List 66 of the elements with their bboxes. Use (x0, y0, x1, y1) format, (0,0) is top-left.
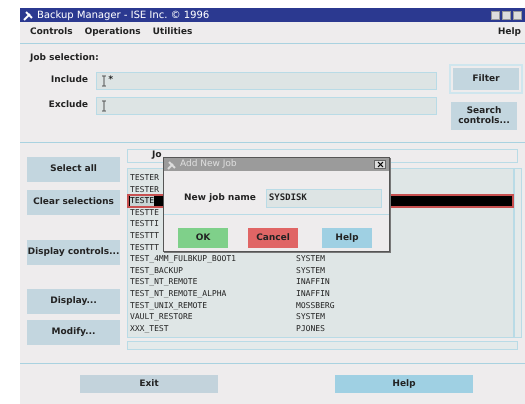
close-button[interactable] (513, 10, 522, 20)
field-label: Include (50, 74, 88, 88)
list-row[interactable]: TEST_4MM_FULBKUP_BOOT1 SYSTEM (128, 253, 513, 265)
action-button[interactable]: Display controls... (27, 240, 120, 265)
job-owner: SYSTEM (296, 311, 325, 323)
menu-item[interactable]: Utilities (152, 26, 192, 40)
ok-button[interactable]: OK (178, 228, 228, 248)
job-owner: INAFFIN (296, 276, 330, 288)
job-owner: PJONES (296, 322, 325, 334)
vertical-scrollbar[interactable] (514, 168, 522, 338)
action-button[interactable]: Clear selections (27, 190, 120, 215)
text-cursor-icon (101, 100, 107, 112)
field-label: New job name (184, 192, 256, 205)
menu-item[interactable]: Help (498, 26, 521, 40)
help-button[interactable]: Help (322, 228, 372, 248)
list-row[interactable]: TEST_NT_REMOTE INAFFIN (128, 276, 513, 288)
cancel-button[interactable]: Cancel (248, 228, 298, 248)
job-name: TESTTT (130, 242, 159, 254)
input-field[interactable]: * (96, 72, 437, 90)
job-owner: SYSTEM (296, 264, 325, 276)
job-name: TESTTE (130, 206, 159, 218)
job-name: TEST_UNIX_REMOTE (130, 300, 208, 312)
action-button[interactable]: Select all (27, 157, 120, 182)
job-name: TESTE (130, 195, 154, 207)
menu-item[interactable]: Controls (30, 26, 73, 40)
tools-icon (167, 160, 176, 170)
field-label: Exclude (48, 99, 88, 112)
job-name: TEST_BACKUP (130, 264, 184, 276)
action-button[interactable]: Display... (27, 289, 120, 314)
dialog-title: Add New Job (180, 158, 238, 171)
close-button[interactable] (374, 160, 386, 169)
list-row[interactable]: TEST_NT_REMOTE_ALPHA INAFFIN (128, 288, 513, 300)
job-name: TEST_4MM_FULBKUP_BOOT1 (130, 253, 237, 265)
job-name: XXX_TEST (130, 322, 170, 334)
job-owner: SYSTEM (296, 253, 325, 265)
list-row[interactable]: XXX_TEST PJONES (128, 322, 513, 334)
job-name-field[interactable]: SYSDISK (266, 189, 382, 208)
job-owner: MOSSBERG (296, 300, 335, 312)
list-row[interactable]: VAULT_RESTORE SYSTEM (128, 311, 513, 323)
list-row[interactable]: TEST_UNIX_REMOTE MOSSBERG (128, 300, 513, 312)
text-cursor-icon (101, 75, 107, 87)
exit-button[interactable]: Exit (80, 375, 218, 393)
job-name: VAULT_RESTORE (130, 311, 194, 323)
column-header[interactable]: Jo (152, 149, 162, 163)
field-value: SYSDISK (268, 192, 307, 205)
window-title: Backup Manager - ISE Inc. © 1996 (37, 8, 210, 22)
list-row[interactable]: TEST_BACKUP SYSTEM (128, 264, 513, 276)
input-field[interactable] (96, 97, 437, 115)
job-name: TEST_NT_REMOTE (130, 276, 198, 288)
search-controls-button[interactable]: Search controls... (451, 102, 517, 130)
filter-button[interactable]: Filter (453, 68, 519, 90)
field-value: * (108, 74, 114, 88)
job-owner: INAFFIN (296, 288, 330, 300)
action-button[interactable]: Modify... (27, 320, 120, 345)
tools-icon (23, 10, 33, 20)
horizontal-scrollbar[interactable] (127, 341, 518, 350)
job-name: TESTER (130, 172, 159, 184)
job-name: TESTER (130, 184, 159, 196)
maximize-button[interactable] (502, 10, 511, 20)
job-name: TEST_NT_REMOTE_ALPHA (130, 288, 228, 300)
menu-item[interactable]: Operations (84, 26, 141, 40)
close-icon (377, 161, 384, 168)
section-label: Job selection: (30, 52, 100, 65)
minimize-button[interactable] (491, 10, 500, 20)
job-name: TESTTI (130, 218, 159, 230)
help-button[interactable]: Help (335, 375, 473, 393)
